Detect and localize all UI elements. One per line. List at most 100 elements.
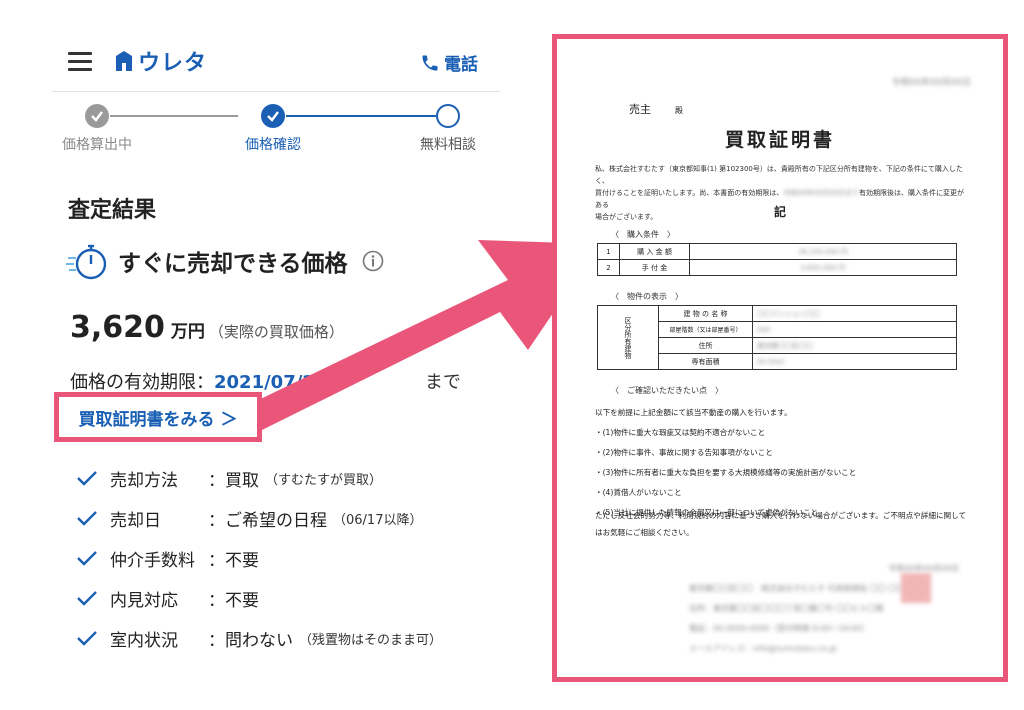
- table-cell: 購 入 金 額: [619, 243, 690, 260]
- table-cell: 建 物 の 名 称: [658, 305, 753, 322]
- table-cell: 区分所有建物: [597, 305, 659, 370]
- footer-line: メールアドレス：info@sumutasu.co.jp: [689, 644, 837, 653]
- price-heading-text: すぐに売却できる価格: [118, 251, 348, 277]
- certificate-page: 令和00年00月00日 売主 殿 買取証明書 私、株式会社すむたす（東京都知事(1…: [557, 39, 1003, 677]
- condition-note: （残置物はそのまま可）: [299, 632, 443, 648]
- table-cell: 〇〇マンション〇〇: [752, 305, 957, 322]
- addressee: 売主 殿: [629, 101, 683, 117]
- purchase-heading: 〈 購入条件 〉: [611, 230, 675, 239]
- step-connector: [286, 115, 436, 117]
- phone-button[interactable]: 電話: [420, 50, 478, 75]
- step-label-2: 価格確認: [245, 137, 301, 153]
- condition-note: （06/17以降）: [333, 512, 423, 528]
- condition-label: 仲介手数料: [110, 550, 195, 571]
- price-note: （実際の買取価格）: [208, 323, 344, 341]
- list-item: ・(3)物件に所有者に重大な負担を要する大規模修繕等の実施計画がないこと: [595, 468, 857, 477]
- app-header: ウレタ 電話: [52, 30, 500, 92]
- condition-value: ：不要: [208, 550, 259, 571]
- table-cell: 部屋階数（又は部屋番号）: [658, 321, 753, 338]
- document-title: 買取証明書: [724, 129, 835, 151]
- confirm-heading: 〈 ご確認いただきたい点 〉: [611, 386, 723, 395]
- condition-row: 売却方法 ：買取 （すむたすが買取）: [76, 458, 496, 498]
- condition-label: 売却方法: [110, 470, 178, 491]
- price-unit: 万円: [170, 322, 205, 342]
- step-1-check-icon: [85, 104, 109, 128]
- intro-blurred-date: 令和00年00月00日まで: [783, 189, 860, 197]
- confirm-list: 以下を前提に上記金額にて該当不動産の購入を行います。 ・(1)物件に重大な瑕疵又…: [595, 403, 975, 523]
- section-title: 査定結果: [68, 198, 157, 223]
- ki-mark: 記: [773, 205, 786, 219]
- validity-date: 2021/07/2: [214, 372, 315, 393]
- property-table: 区分所有建物 建 物 の 名 称 〇〇マンション〇〇 部屋階数（又は部屋番号） …: [597, 305, 957, 370]
- validity-suffix: まで: [424, 372, 461, 393]
- table-cell: 住所: [658, 337, 753, 354]
- condition-value: ：ご希望の日程: [208, 510, 327, 531]
- price-row: 3,620 万円 （実際の買取価格）: [70, 310, 344, 345]
- condition-row: 室内状況 ：問わない （残置物はそのまま可）: [76, 618, 496, 658]
- closing-text: ただし反社会的勢力等、利用規約の内容に基づき購入を行わない場合がございます。ご不…: [595, 511, 967, 537]
- purchase-table: 1 購 入 金 額 36,200,000 円 2 手 付 金 3,600,000…: [597, 243, 957, 276]
- check-icon: [77, 551, 97, 566]
- table-cell: 2: [597, 259, 620, 276]
- property-heading: 〈 物件の表示 〉: [611, 292, 683, 301]
- intro-line-2: 買付けることを証明いたします。尚、本書面の有効期限は、: [595, 189, 784, 197]
- table-cell: 36,200,000 円: [689, 243, 957, 260]
- certificate-link-highlight: 買取証明書をみる ＞: [54, 392, 262, 442]
- menu-icon[interactable]: [68, 52, 92, 72]
- phone-icon: [422, 55, 438, 70]
- condition-label: 室内状況: [110, 630, 178, 651]
- condition-row: 仲介手数料 ：不要: [76, 538, 496, 578]
- table-row: 区分所有建物 建 物 の 名 称 〇〇マンション〇〇: [597, 305, 957, 370]
- check-icon: [77, 471, 97, 486]
- company-seal-icon: [901, 573, 931, 603]
- condition-row: 内見対応 ：不要: [76, 578, 496, 618]
- price-validity: 価格の有効期限：2021/07/2 まで: [70, 368, 461, 394]
- check-icon: [77, 511, 97, 526]
- table-cell: 東京都〇〇区〇〇: [752, 337, 957, 354]
- check-icon: [77, 631, 97, 646]
- condition-label: 内見対応: [110, 590, 178, 611]
- logo[interactable]: ウレタ: [114, 46, 207, 76]
- step-label-1: 価格算出中: [62, 137, 132, 153]
- table-cell: 3,600,000 円: [689, 259, 957, 276]
- step-2-check-icon: [261, 104, 285, 128]
- view-certificate-link[interactable]: 買取証明書をみる ＞: [79, 405, 238, 430]
- certificate-document: 令和00年00月00日 売主 殿 買取証明書 私、株式会社すむたす（東京都知事(1…: [552, 34, 1008, 682]
- condition-value: ：不要: [208, 590, 259, 611]
- list-item: ・(4)賃借人がいないこと: [595, 488, 682, 497]
- table-row: 1 購 入 金 額 36,200,000 円: [597, 243, 957, 260]
- price-amount: 3,620: [70, 310, 165, 345]
- info-icon[interactable]: [362, 250, 384, 272]
- step-connector: [110, 115, 238, 117]
- building-icon: [116, 51, 132, 71]
- step-label-3: 無料相談: [420, 137, 476, 153]
- price-heading: すぐに売却できる価格: [66, 240, 384, 282]
- table-cell: 00.00㎡: [752, 353, 957, 370]
- phone-label: 電話: [444, 55, 478, 75]
- document-date: 令和00年00月00日: [891, 78, 971, 88]
- footer-line: 電話：00-0000-0000（受付時間 9:00〜18:00）: [689, 624, 870, 633]
- step-3-circle-icon: [436, 104, 460, 128]
- condition-row: 売却日 ：ご希望の日程 （06/17以降）: [76, 498, 496, 538]
- logo-text: ウレタ: [138, 51, 208, 76]
- list-item: ・(2)物件に事件、事故に関する告知事項がないこと: [595, 448, 773, 457]
- condition-value: ：問わない: [208, 630, 293, 651]
- table-row: 2 手 付 金 3,600,000 円: [597, 259, 957, 276]
- validity-label: 価格の有効期限：: [70, 372, 214, 393]
- table-cell: 手 付 金: [619, 259, 690, 276]
- progress-steps: 価格算出中 価格確認 無料相談: [52, 96, 500, 156]
- condition-label: 売却日: [110, 510, 161, 531]
- condition-value: ：買取: [208, 470, 259, 491]
- check-icon: [77, 591, 97, 606]
- list-item: 以下を前提に上記金額にて該当不動産の購入を行います。: [595, 408, 792, 417]
- table-cell: 専有面積: [658, 353, 753, 370]
- table-cell: 1: [597, 243, 620, 260]
- table-cell: 000: [752, 321, 957, 338]
- addressee-label: 売主: [629, 103, 651, 116]
- list-item: ・(1)物件に重大な瑕疵又は契約不適合がないこと: [595, 428, 766, 437]
- addressee-suffix: 殿: [675, 106, 683, 115]
- conditions: 売却方法 ：買取 （すむたすが買取） 売却日 ：ご希望の日程 （06/17以降）…: [76, 458, 496, 658]
- condition-note: （すむたすが買取）: [265, 472, 383, 488]
- intro-line-1: 私、株式会社すむたす（東京都知事(1) 第102300号）は、貴殿所有の下記区分…: [595, 165, 963, 185]
- stopwatch-icon: [66, 244, 107, 280]
